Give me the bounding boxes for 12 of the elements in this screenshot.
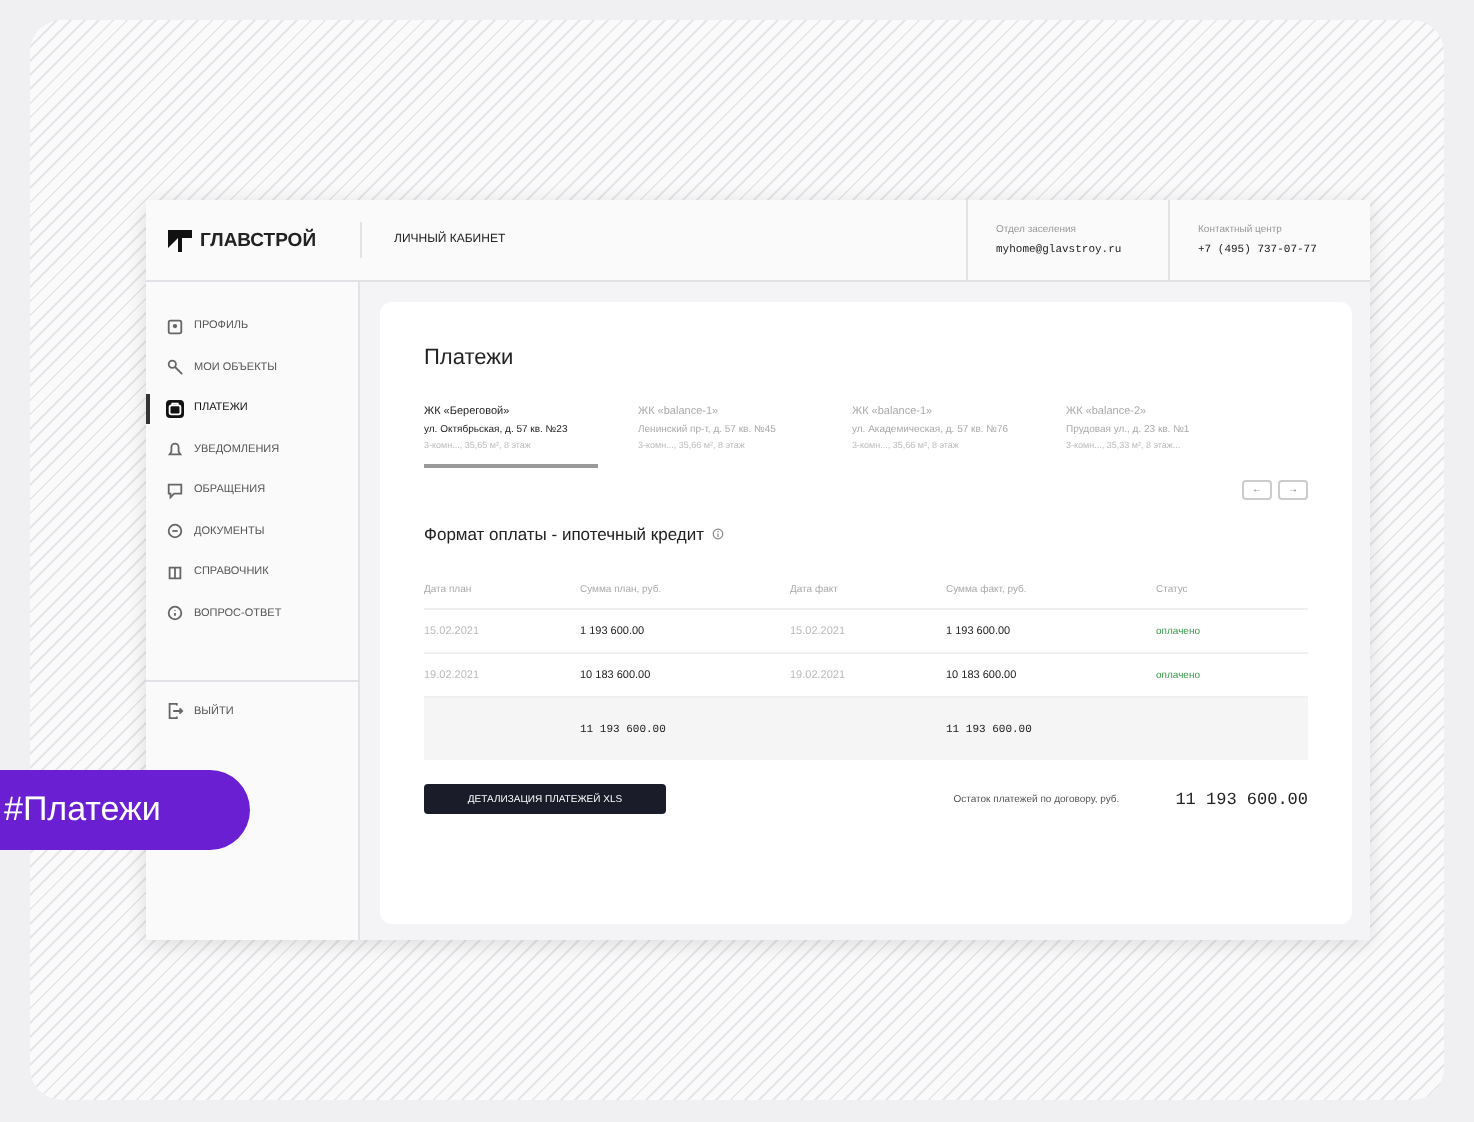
wallet-icon [166, 399, 184, 418]
chat-icon [166, 481, 184, 500]
logo-icon [168, 229, 192, 251]
book-icon [166, 563, 184, 582]
page-title: Платежи [424, 346, 516, 370]
balance-value: 11 193 600.00 [1175, 789, 1308, 809]
bell-icon [166, 440, 184, 459]
logout-icon [166, 702, 184, 720]
logo-text: ГЛАВСТРОЙ [200, 229, 317, 251]
section-title: Формат оплаты - ипотечный кредит [424, 524, 705, 544]
profile-icon [166, 317, 184, 336]
hashtag-badge: #Платежи [0, 770, 250, 850]
